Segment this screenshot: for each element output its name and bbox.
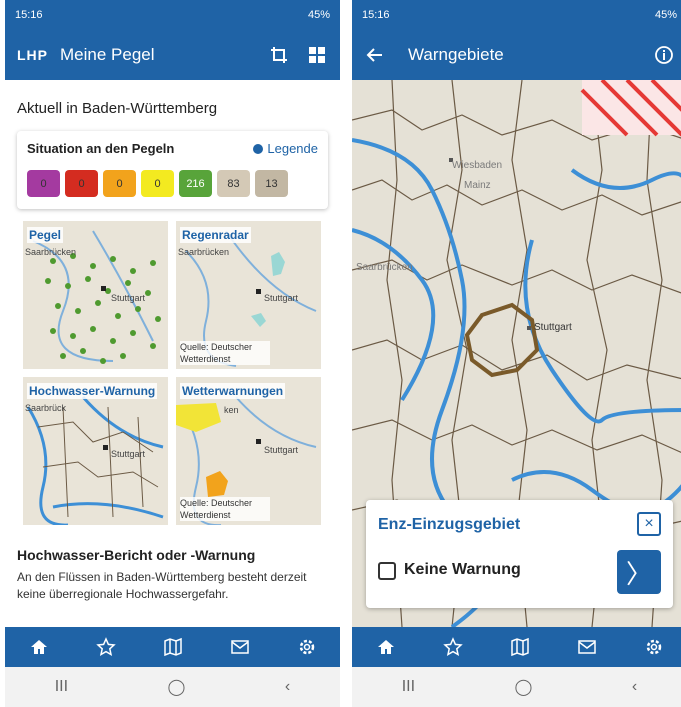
map-label-stuttgart: Stuttgart bbox=[534, 322, 572, 333]
status-time: 15:16 bbox=[15, 9, 43, 21]
grid-icon[interactable] bbox=[306, 44, 328, 66]
status-bar: 15:16 45% bbox=[5, 0, 340, 30]
map-label-wiesbaden: Wiesbaden bbox=[452, 160, 503, 171]
system-nav: III ◯ ‹ bbox=[5, 667, 340, 707]
bottom-nav bbox=[352, 627, 681, 667]
tile-wetterwarnungen-source: Quelle: Deutscher Wetterdienst bbox=[180, 497, 270, 521]
chip-yellow[interactable]: 0 bbox=[141, 170, 174, 197]
crop-icon[interactable] bbox=[268, 44, 290, 66]
area-popup: Enz-Einzugsgebiet × Keine Warnung 〉 bbox=[366, 500, 673, 608]
info-icon bbox=[253, 143, 264, 154]
tile-wetterwarnungen-city1: ken bbox=[224, 405, 239, 415]
situation-card: Situation an den Pegeln Legende 0 0 0 0 … bbox=[17, 131, 328, 209]
app-logo: LHP bbox=[17, 47, 48, 63]
status-bar: 15:16 45% bbox=[352, 0, 681, 30]
close-icon[interactable]: × bbox=[637, 512, 661, 536]
tile-regenradar-city1: Saarbrücken bbox=[178, 247, 230, 257]
recents-button[interactable]: III bbox=[55, 678, 68, 696]
back-button[interactable]: ‹ bbox=[285, 678, 290, 696]
situation-title: Situation an den Pegeln bbox=[27, 141, 175, 156]
home-icon[interactable] bbox=[24, 632, 54, 662]
main-content: Aktuell in Baden-Württemberg Situation a… bbox=[5, 80, 340, 627]
tile-regenradar-label: Regenradar bbox=[180, 227, 251, 243]
tile-regenradar-city2: Stuttgart bbox=[264, 293, 299, 303]
report-text: An den Flüssen in Baden-Württemberg best… bbox=[17, 570, 307, 601]
system-nav: III ◯ ‹ bbox=[352, 667, 681, 707]
back-button[interactable]: ‹ bbox=[632, 678, 637, 696]
tile-wetterwarnungen-city2: Stuttgart bbox=[264, 445, 299, 455]
mail-icon[interactable] bbox=[225, 632, 255, 662]
map-icon[interactable] bbox=[158, 632, 188, 662]
chip-green[interactable]: 216 bbox=[179, 170, 212, 197]
screen-warngebiete: 15:16 45% Warngebiete Wiesbaden Mainz Sa… bbox=[352, 0, 681, 707]
settings-icon[interactable] bbox=[639, 632, 669, 662]
popup-title: Enz-Einzugsgebiet bbox=[378, 516, 521, 533]
status-battery: 45% bbox=[654, 9, 677, 21]
settings-icon[interactable] bbox=[292, 632, 322, 662]
star-icon[interactable] bbox=[91, 632, 121, 662]
tile-regenradar-source: Quelle: Deutscher Wetterdienst bbox=[180, 341, 270, 365]
recents-button[interactable]: III bbox=[402, 678, 415, 696]
section-title: Aktuell in Baden-Württemberg bbox=[17, 100, 218, 117]
tile-hochwasser-label: Hochwasser-Warnung bbox=[27, 383, 158, 399]
home-button[interactable]: ◯ bbox=[168, 677, 186, 697]
warning-checkbox[interactable] bbox=[378, 562, 396, 580]
page-title: Warngebiete bbox=[408, 45, 504, 64]
legend-label: Legende bbox=[267, 141, 318, 156]
warngebiete-map[interactable]: Wiesbaden Mainz Saarbrücken Stuttgart En… bbox=[352, 80, 681, 627]
tile-pegel-city1: Saarbrücken bbox=[25, 247, 77, 257]
map-label-saarbruecken: Saarbrücken bbox=[356, 262, 413, 273]
pegel-map-icon bbox=[32, 230, 161, 364]
status-time: 15:16 bbox=[362, 9, 390, 21]
tile-pegel[interactable]: Pegel Saarbrücken Stuttgart bbox=[23, 221, 168, 369]
map-label-mainz: Mainz bbox=[464, 180, 491, 191]
back-arrow-icon[interactable] bbox=[364, 44, 386, 66]
screen-meine-pegel: 15:16 45% LHP Meine Pegel Aktuell in Bad… bbox=[5, 0, 340, 707]
status-chips: 0 0 0 0 216 83 13 bbox=[27, 170, 318, 197]
warning-status-label: Keine Warnung bbox=[404, 561, 521, 578]
app-bar: Warngebiete bbox=[352, 30, 681, 80]
map-icon[interactable] bbox=[505, 632, 535, 662]
mail-icon[interactable] bbox=[572, 632, 602, 662]
legend-button[interactable]: Legende bbox=[253, 141, 318, 156]
tile-hochwasser-city2: Stuttgart bbox=[111, 449, 146, 459]
chip-orange[interactable]: 0 bbox=[103, 170, 136, 197]
bottom-nav bbox=[5, 627, 340, 667]
report-title: Hochwasser-Bericht oder -Warnung bbox=[17, 547, 256, 563]
map-tiles: Pegel Saarbrücken Stuttgart Regenradar S… bbox=[5, 209, 340, 525]
status-battery: 45% bbox=[307, 9, 330, 21]
tile-pegel-label: Pegel bbox=[27, 227, 64, 243]
chip-greige[interactable]: 13 bbox=[255, 170, 288, 197]
info-icon[interactable] bbox=[653, 44, 675, 66]
chip-red[interactable]: 0 bbox=[65, 170, 98, 197]
home-icon[interactable] bbox=[371, 632, 401, 662]
hochwasser-map-icon bbox=[26, 396, 164, 525]
home-button[interactable]: ◯ bbox=[515, 677, 533, 697]
star-icon[interactable] bbox=[438, 632, 468, 662]
tile-pegel-city2: Stuttgart bbox=[111, 293, 146, 303]
tile-hochwasser[interactable]: Hochwasser-Warnung Saarbrück Stuttgart bbox=[23, 377, 168, 525]
chip-purple[interactable]: 0 bbox=[27, 170, 60, 197]
tile-hochwasser-city1: Saarbrück bbox=[25, 403, 67, 413]
page-title: Meine Pegel bbox=[60, 45, 155, 64]
details-button[interactable]: 〉 bbox=[617, 550, 661, 594]
app-bar: LHP Meine Pegel bbox=[5, 30, 340, 80]
tile-wetterwarnungen[interactable]: Wetterwarnungen ken Stuttgart Quelle: De… bbox=[176, 377, 321, 525]
tile-regenradar[interactable]: Regenradar Saarbrücken Stuttgart Quelle:… bbox=[176, 221, 321, 369]
chip-beige[interactable]: 83 bbox=[217, 170, 250, 197]
tile-wetterwarnungen-label: Wetterwarnungen bbox=[180, 383, 286, 399]
